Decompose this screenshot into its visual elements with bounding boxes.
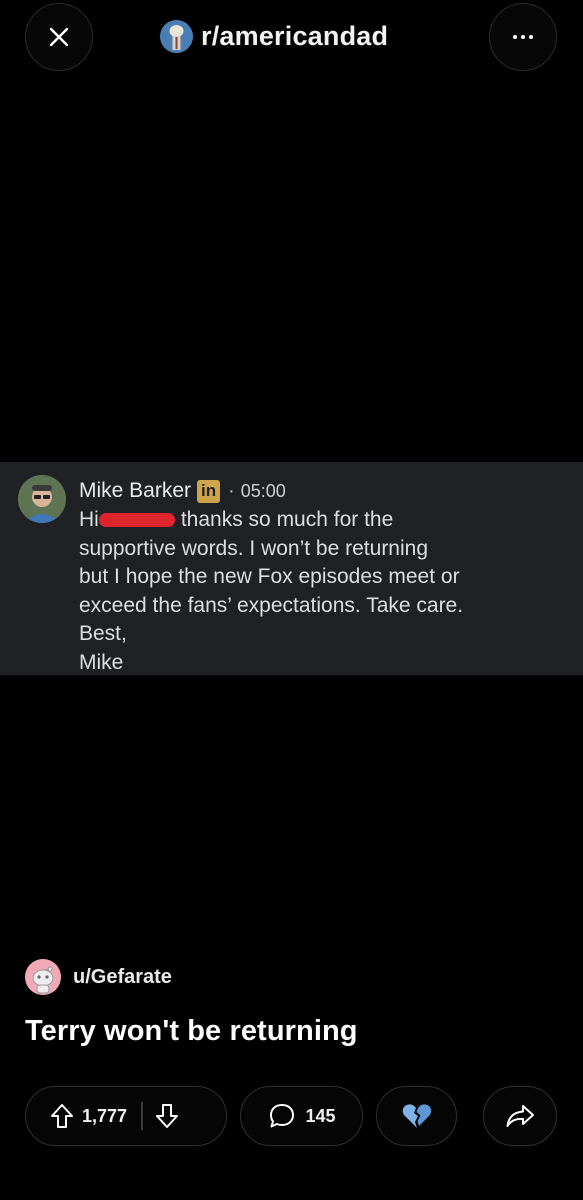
linkedin-icon: in <box>197 479 221 503</box>
message-line: Hi thanks so much for the <box>79 506 559 535</box>
upvote-icon[interactable] <box>50 1103 74 1129</box>
message-line: Mike <box>79 650 124 674</box>
subreddit-header[interactable]: r/americandad <box>160 18 388 54</box>
comments-button[interactable]: 145 <box>240 1086 363 1146</box>
award-button[interactable] <box>376 1086 457 1146</box>
more-icon <box>513 35 533 39</box>
redaction-mark <box>98 513 175 528</box>
more-button[interactable] <box>489 3 557 71</box>
author-avatar <box>25 959 61 995</box>
comment-count: 145 <box>305 1105 336 1126</box>
subreddit-name: r/americandad <box>201 20 389 51</box>
post-viewer: r/americandad Mike Barker in · 05:00 Hi t… <box>0 0 583 1200</box>
author-name: u/Gefarate <box>73 965 172 988</box>
message-header: Mike Barker in · 05:00 <box>79 476 286 506</box>
greeting: Hi <box>79 508 99 531</box>
upvote-count: 1,777 <box>82 1105 128 1126</box>
post-author[interactable]: u/Gefarate <box>25 958 172 996</box>
broken-heart-icon <box>401 1102 433 1130</box>
downvote-icon[interactable] <box>155 1103 179 1129</box>
close-button[interactable] <box>25 3 93 71</box>
vote-divider <box>141 1102 143 1130</box>
message-time: 05:00 <box>240 480 286 501</box>
post-image[interactable]: Mike Barker in · 05:00 Hi thanks so much … <box>0 462 583 675</box>
separator: · <box>228 479 235 502</box>
message-line: supportive words. I won’t be returning <box>79 536 429 560</box>
vote-bar: 1,777 <box>25 1086 227 1146</box>
sender-name: Mike Barker <box>79 479 192 502</box>
post-title: Terry won't be returning <box>25 1015 358 1047</box>
message-text: thanks so much for the <box>180 508 394 531</box>
message-body: Hi thanks so much for the supportive word… <box>79 506 559 678</box>
message-line: exceed the fans’ expectations. Take care… <box>79 593 464 617</box>
message-line: but I hope the new Fox episodes meet or <box>79 565 460 589</box>
comment-icon <box>267 1101 297 1131</box>
message-line: Best, <box>79 622 127 646</box>
close-icon <box>48 26 70 48</box>
share-icon <box>505 1103 535 1129</box>
subreddit-icon <box>160 19 193 53</box>
sender-avatar <box>18 475 66 523</box>
share-button[interactable] <box>483 1086 557 1146</box>
